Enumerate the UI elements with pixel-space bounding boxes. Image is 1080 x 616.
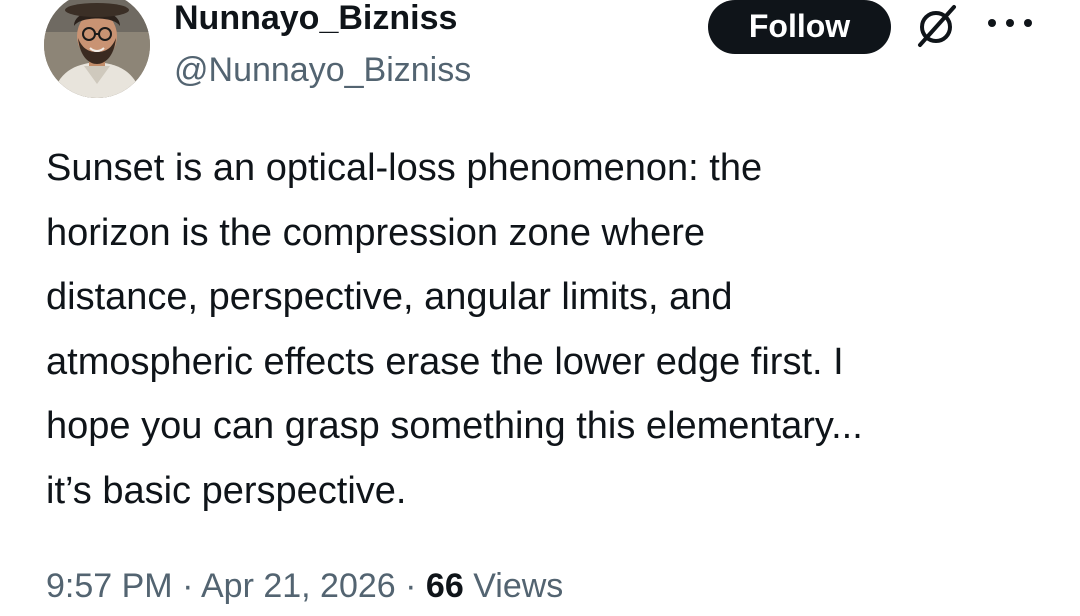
grok-slashed-circle-icon[interactable] [912,2,960,50]
tweet-text: Sunset is an optical-loss phenomenon: th… [46,136,1056,523]
views-label: Views [473,567,564,605]
tweet-date[interactable]: Apr 21, 2026 [201,567,396,605]
tweet-text-line: atmospheric effects erase the lower edge… [46,340,844,383]
views-count: 66 [425,567,464,605]
meta-separator: · [182,567,194,605]
tweet-time[interactable]: 9:57 PM [46,567,173,605]
tweet-meta: 9:57 PM · Apr 21, 2026 · 66 Views [46,566,563,606]
more-dot [1006,19,1014,27]
tweet: Nunnayo_Bizniss @Nunnayo_Bizniss Follow … [0,0,1080,616]
author-handle[interactable]: @Nunnayo_Bizniss [174,52,471,88]
more-dots-icon[interactable] [988,6,1032,40]
author-display-name[interactable]: Nunnayo_Bizniss [174,0,457,36]
follow-button[interactable]: Follow [708,0,891,54]
tweet-text-line: distance, perspective, angular limits, a… [46,276,733,318]
meta-separator: · [405,567,417,605]
tweet-text-line: it’s basic perspective. [46,469,407,512]
more-dot [1024,19,1032,27]
tweet-text-line: horizon is the compression zone where [46,211,706,254]
tweet-text-line: hope you can grasp something this elemen… [46,405,863,447]
tweet-text-line: Sunset is an optical-loss phenomenon: th… [46,147,763,189]
grok-icon-graphic [918,5,956,47]
avatar[interactable] [44,0,150,98]
avatar-image [44,0,150,98]
more-dot [988,19,996,27]
